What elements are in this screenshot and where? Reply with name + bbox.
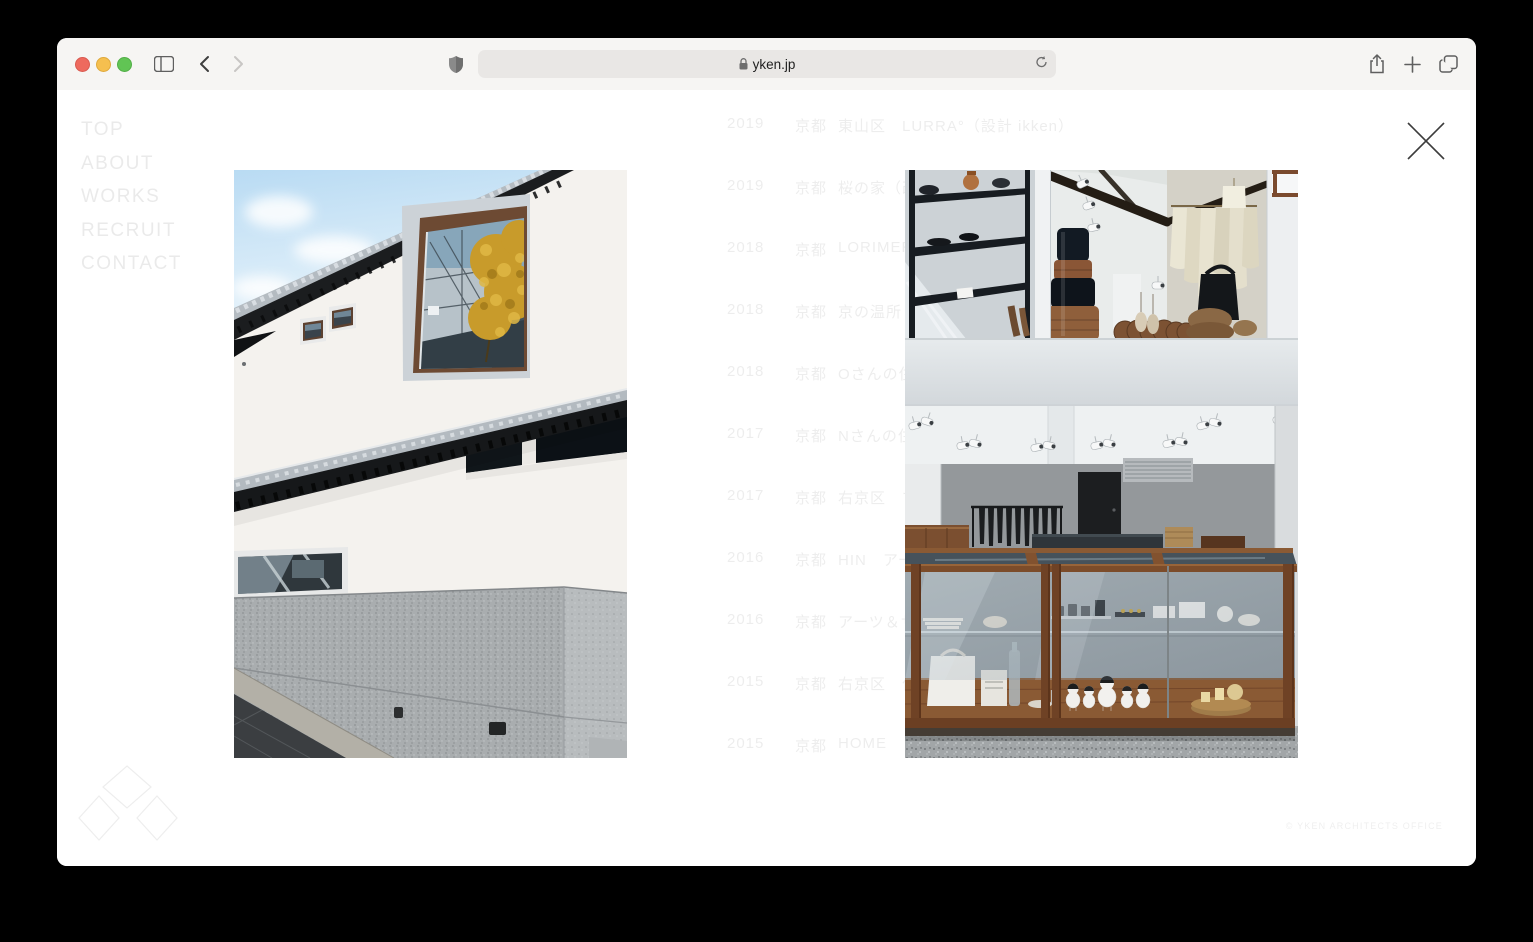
- nav-item-works[interactable]: WORKS: [81, 180, 182, 214]
- copyright-text: © YKEN ARCHITECTS OFFICE: [1286, 821, 1443, 831]
- lightbox-photo-interior[interactable]: [905, 170, 1298, 758]
- nav-item-top[interactable]: TOP: [81, 113, 182, 147]
- tab-overview-icon[interactable]: [1436, 38, 1460, 90]
- privacy-shield-icon[interactable]: [445, 38, 467, 90]
- zoom-window-button[interactable]: [117, 57, 132, 72]
- share-icon[interactable]: [1366, 38, 1388, 90]
- lock-icon: [739, 58, 748, 70]
- back-icon[interactable]: [195, 38, 213, 90]
- minimize-window-button[interactable]: [96, 57, 111, 72]
- site-logo-diamonds: [71, 762, 183, 849]
- new-tab-icon[interactable]: [1401, 38, 1423, 90]
- nav-item-recruit[interactable]: RECRUIT: [81, 214, 182, 248]
- nav-item-about[interactable]: ABOUT: [81, 147, 182, 181]
- url-text: yken.jp: [753, 57, 796, 72]
- lightbox-photo-exterior[interactable]: [234, 170, 627, 758]
- forward-icon[interactable]: [229, 38, 247, 90]
- site-nav: TOP ABOUT WORKS RECRUIT CONTACT: [81, 113, 182, 281]
- sidebar-toggle-icon[interactable]: [152, 38, 176, 90]
- close-icon: [1404, 119, 1448, 163]
- browser-toolbar: yken.jp: [57, 38, 1476, 91]
- nav-item-contact[interactable]: CONTACT: [81, 247, 182, 281]
- reload-icon[interactable]: [1035, 55, 1048, 72]
- address-bar[interactable]: yken.jp: [478, 50, 1056, 78]
- webpage: TOP ABOUT WORKS RECRUIT CONTACT 2019京都東山…: [57, 90, 1476, 866]
- lightbox-close-button[interactable]: [1404, 119, 1448, 163]
- close-window-button[interactable]: [75, 57, 90, 72]
- safari-window: yken.jp TOP ABOUT WORKS RECRUIT CONTACT …: [57, 38, 1476, 866]
